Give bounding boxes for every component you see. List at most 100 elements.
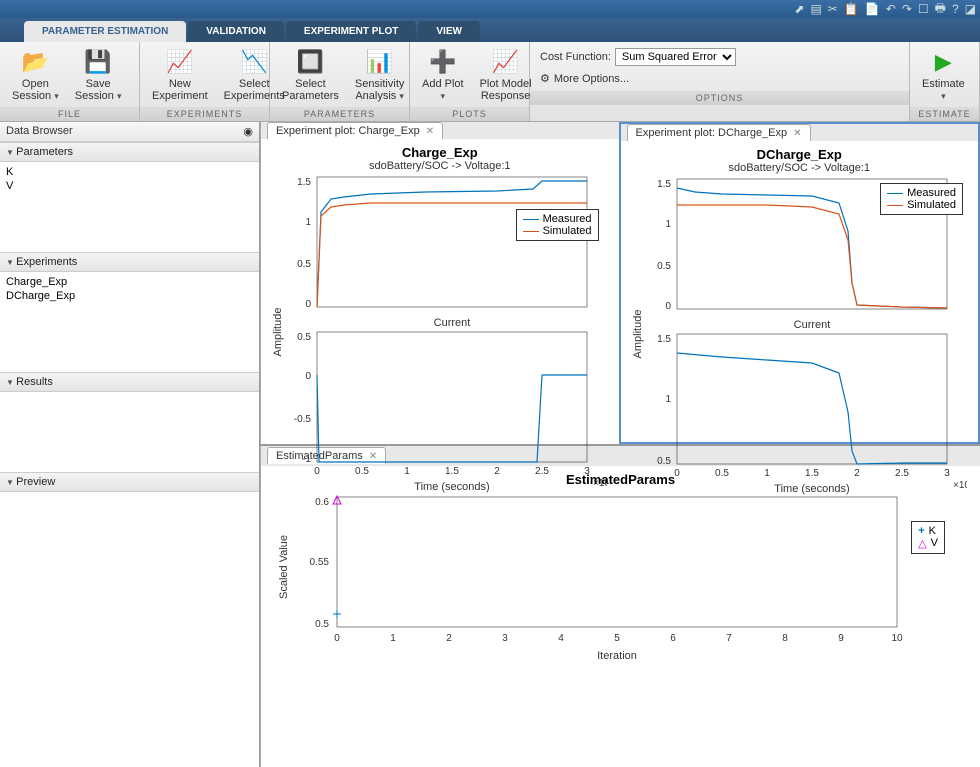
collapse-icon[interactable]: ◉ [243, 125, 253, 138]
svg-text:-1: -1 [302, 454, 311, 465]
svg-text:Amplitude: Amplitude [632, 310, 644, 359]
list-item[interactable]: V [6, 179, 253, 193]
collapse-icon[interactable]: ◪ [965, 2, 976, 16]
svg-text:0: 0 [334, 633, 340, 644]
svg-text:Scaled Value: Scaled Value [278, 534, 290, 598]
ribbon-group-label: FILE [0, 107, 139, 121]
svg-text:6: 6 [670, 633, 676, 644]
legend: +K △V [911, 521, 945, 554]
params-chart-svg: 0.5 0.55 0.6 0 1 2 3 4 5 6 7 [267, 487, 967, 667]
ribbon-group-label: EXPERIMENTS [140, 107, 269, 121]
svg-text:0.6: 0.6 [315, 497, 329, 508]
pane-results-header[interactable]: Results [0, 372, 259, 392]
new-experiment-icon: 📈 [166, 48, 194, 76]
svg-text:0: 0 [305, 299, 311, 310]
tab-parameter-estimation[interactable]: PARAMETER ESTIMATION [24, 21, 186, 42]
pane-preview-header[interactable]: Preview [0, 472, 259, 492]
svg-text:Iteration: Iteration [597, 650, 637, 662]
svg-text:1: 1 [665, 394, 671, 405]
estimate-button[interactable]: ▶ Estimate▾ [918, 46, 969, 104]
svg-text:10: 10 [891, 633, 903, 644]
titlebar-icon[interactable]: ▤ [810, 2, 821, 16]
pane-experiments-body: Charge_Exp DCharge_Exp [0, 272, 259, 372]
svg-text:1: 1 [665, 219, 671, 230]
ribbon-group-label: ESTIMATE [910, 107, 979, 121]
cost-function-select[interactable]: Sum Squared Error [615, 48, 736, 66]
select-parameters-button[interactable]: 🔲 Select Parameters [278, 46, 343, 104]
titlebar-icon[interactable]: 🖶 [935, 0, 946, 20]
list-item[interactable]: Charge_Exp [6, 275, 253, 289]
pane-experiments-header[interactable]: Experiments [0, 252, 259, 272]
titlebar-icon[interactable]: ↶ [886, 2, 896, 16]
svg-text:5: 5 [614, 633, 620, 644]
data-browser: Data Browser ◉ Parameters K V Experiments… [0, 122, 260, 767]
gear-icon: ⚙ [540, 72, 550, 85]
svg-text:0.5: 0.5 [297, 259, 311, 270]
save-session-button[interactable]: 💾 Save Session ▾ [71, 46, 126, 104]
svg-text:1: 1 [305, 217, 311, 228]
svg-text:-0.5: -0.5 [294, 414, 312, 425]
sensitivity-icon: 📊 [366, 48, 394, 76]
svg-text:2: 2 [446, 633, 452, 644]
svg-text:1.5: 1.5 [657, 179, 671, 190]
legend: Measured Simulated [516, 209, 599, 241]
close-icon[interactable]: ✕ [426, 126, 434, 137]
titlebar: ⬈ ▤ ✂ 📋 📄 ↶ ↷ ☐ 🖶 ? ◪ [0, 0, 980, 18]
open-session-button[interactable]: 📂 Open Session ▾ [8, 46, 63, 104]
folder-open-icon: 📂 [21, 48, 49, 76]
ribbon-group-label: PLOTS [410, 107, 529, 121]
close-icon[interactable]: ✕ [793, 128, 801, 139]
chart-title: DCharge_Exp [627, 147, 973, 162]
tab-validation[interactable]: VALIDATION [188, 21, 284, 42]
play-icon: ▶ [929, 48, 957, 76]
pane-results-body [0, 392, 259, 472]
svg-text:0: 0 [305, 371, 311, 382]
ribbon: 📂 Open Session ▾ 💾 Save Session ▾ FILE 📈… [0, 42, 980, 122]
titlebar-icon[interactable]: 📋 [844, 2, 859, 16]
tab-view[interactable]: VIEW [418, 21, 480, 42]
add-plot-icon: ➕ [429, 48, 457, 76]
plot-area: Experiment plot: Charge_Exp✕ Charge_Exp … [260, 122, 980, 767]
pane-parameters-body: K V [0, 162, 259, 252]
legend: Measured Simulated [880, 183, 963, 215]
pane-parameters-header[interactable]: Parameters [0, 142, 259, 162]
ribbon-group-label: OPTIONS [530, 91, 909, 105]
svg-text:3: 3 [502, 633, 508, 644]
svg-text:0.5: 0.5 [315, 619, 329, 630]
list-item[interactable]: DCharge_Exp [6, 289, 253, 303]
estimated-params-panel: EstimatedParams✕ EstimatedParams 0.5 0.5… [260, 445, 980, 767]
svg-text:7: 7 [726, 633, 732, 644]
add-plot-button[interactable]: ➕ Add Plot▾ [418, 46, 468, 104]
cost-function-label: Cost Function: [540, 51, 611, 63]
svg-text:1.5: 1.5 [297, 177, 311, 188]
plot-model-response-button[interactable]: 📈 Plot Model Response [476, 46, 536, 104]
svg-text:9: 9 [838, 633, 844, 644]
chart-subtitle: sdoBattery/SOC -> Voltage:1 [627, 162, 973, 174]
svg-text:8: 8 [782, 633, 788, 644]
main-tabbar: PARAMETER ESTIMATION VALIDATION EXPERIME… [0, 18, 980, 42]
svg-text:1: 1 [390, 633, 396, 644]
svg-text:0.5: 0.5 [657, 261, 671, 272]
plot-tab-charge[interactable]: Experiment plot: Charge_Exp✕ [267, 122, 443, 139]
titlebar-icon[interactable]: ↷ [902, 2, 912, 16]
help-icon[interactable]: ? [952, 2, 959, 16]
sensitivity-analysis-button[interactable]: 📊 Sensitivity Analysis ▾ [351, 46, 409, 104]
dcharge-plot-panel: Experiment plot: DCharge_Exp✕ DCharge_Ex… [619, 122, 980, 444]
titlebar-icon[interactable]: ✂ [828, 2, 838, 16]
svg-text:0: 0 [665, 301, 671, 312]
svg-text:1.5: 1.5 [657, 334, 671, 345]
titlebar-icon[interactable]: ⬈ [794, 2, 804, 16]
more-options-button[interactable]: ⚙ More Options... [540, 72, 899, 85]
dcharge-chart-svg: 0 0.5 1 1.5 Current 0.5 1 1.5 [627, 174, 967, 504]
new-experiment-button[interactable]: 📈 New Experiment [148, 46, 212, 104]
svg-text:Amplitude: Amplitude [272, 308, 284, 357]
save-icon: 💾 [84, 48, 112, 76]
titlebar-icon[interactable]: 📄 [865, 2, 880, 16]
plot-response-icon: 📈 [492, 48, 520, 76]
plot-tab-dcharge[interactable]: Experiment plot: DCharge_Exp✕ [627, 124, 811, 141]
svg-text:0.5: 0.5 [297, 332, 311, 343]
list-item[interactable]: K [6, 165, 253, 179]
tab-experiment-plot[interactable]: EXPERIMENT PLOT [286, 21, 416, 42]
titlebar-icon[interactable]: ☐ [918, 2, 929, 16]
data-browser-title: Data Browser [6, 125, 73, 138]
